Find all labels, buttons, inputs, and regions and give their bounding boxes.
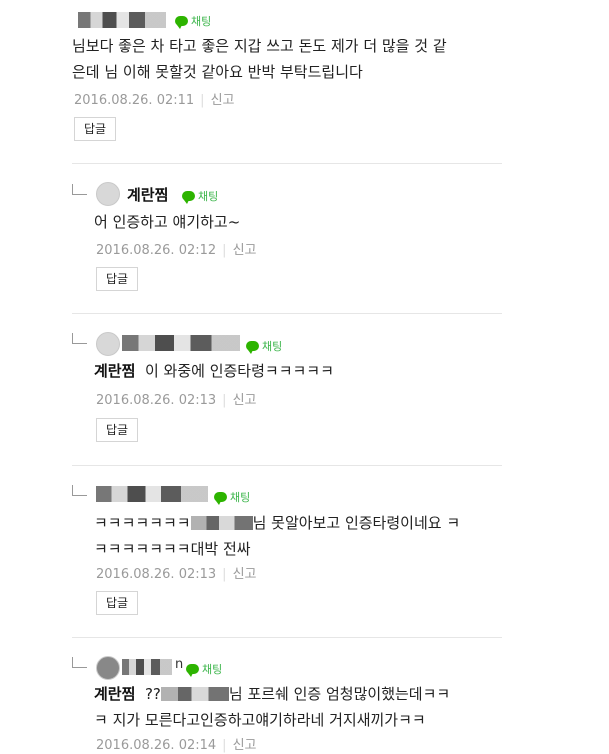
reply-meta: 2016.08.26. 02:13 | 신고 — [96, 393, 257, 408]
chat-bubble-icon — [246, 341, 259, 354]
timestamp: 2016.08.26. 02:13 — [96, 393, 217, 408]
report-link[interactable]: 신고 — [233, 393, 257, 408]
timestamp: 2016.08.26. 02:13 — [96, 567, 217, 582]
reply-item: 채팅 ㅋㅋㅋㅋㅋㅋㅋ 님 못알아보고 인증타령이네요 ㅋ ㅋㅋㅋㅋㅋㅋㅋ대박 전싸… — [72, 465, 502, 638]
reply-text: 계란찜 이 와중에 인증타령ㅋㅋㅋㅋㅋ — [94, 362, 334, 380]
timestamp: 2016.08.26. 02:11 — [74, 93, 195, 108]
blurred-nickname — [122, 659, 172, 675]
reply-meta: 2016.08.26. 02:12 | 신고 — [96, 243, 257, 258]
reply-text: 어 인증하고 얘기하고~ — [94, 213, 241, 231]
blurred-nickname — [96, 486, 208, 502]
reply-button[interactable]: 답글 — [96, 267, 139, 291]
reply-meta: 2016.08.26. 02:13 | 신고 — [96, 567, 257, 582]
comment-meta: 2016.08.26. 02:11 | 신고 — [74, 93, 235, 108]
reply-button[interactable]: 답글 — [96, 591, 139, 615]
avatar — [96, 332, 120, 356]
report-link[interactable]: 신고 — [233, 738, 257, 753]
chat-bubble-icon — [182, 191, 195, 204]
reply-arrow-icon — [72, 657, 87, 668]
timestamp: 2016.08.26. 02:12 — [96, 243, 217, 258]
chat-link[interactable]: 채팅 — [175, 13, 211, 29]
mention[interactable]: 계란찜 — [94, 685, 135, 703]
chat-link[interactable]: 채팅 — [214, 489, 250, 505]
chat-link[interactable]: 채팅 — [246, 338, 282, 354]
reply-item: n 채팅 계란찜 ?? 님 포르쉐 인증 엄청많이했는데ㅋㅋ ㅋ 지가 모른다고인… — [72, 637, 502, 754]
chat-link[interactable]: 채팅 — [186, 661, 222, 677]
report-link[interactable]: 신고 — [211, 93, 235, 108]
comment-text: 님보다 좋은 차 타고 좋은 지갑 쓰고 돈도 제가 더 많을 것 같 은데 님… — [72, 37, 447, 81]
mention[interactable]: 계란찜 — [94, 362, 135, 380]
report-link[interactable]: 신고 — [233, 243, 257, 258]
reply-arrow-icon — [72, 184, 87, 195]
reply-arrow-icon — [72, 485, 87, 496]
report-link[interactable]: 신고 — [233, 567, 257, 582]
chat-bubble-icon — [175, 16, 188, 29]
reply-button[interactable]: 답글 — [96, 418, 139, 442]
chat-bubble-icon — [214, 492, 227, 505]
nickname-suffix: n — [175, 657, 184, 672]
timestamp: 2016.08.26. 02:14 — [96, 738, 217, 753]
blurred-mention — [190, 516, 253, 530]
reply-meta: 2016.08.26. 02:14 | 신고 — [96, 738, 257, 753]
reply-text: ㅋㅋㅋㅋㅋㅋㅋ 님 못알아보고 인증타령이네요 ㅋ ㅋㅋㅋㅋㅋㅋㅋ대박 전싸 — [94, 514, 461, 558]
avatar — [96, 182, 120, 206]
reply-text: 계란찜 ?? 님 포르쉐 인증 엄청많이했는데ㅋㅋ ㅋ 지가 모른다고인증하고얘기… — [94, 685, 451, 729]
reply-button[interactable]: 답글 — [74, 117, 117, 141]
blurred-nickname — [78, 12, 166, 28]
nickname[interactable]: 계란찜 — [127, 184, 168, 205]
blurred-mention — [160, 687, 229, 701]
blurred-nickname — [122, 335, 240, 351]
avatar — [96, 656, 120, 680]
reply-arrow-icon — [72, 333, 87, 344]
comment-item: 채팅 님보다 좋은 차 타고 좋은 지갑 쓰고 돈도 제가 더 많을 것 같 은… — [72, 0, 502, 164]
chat-bubble-icon — [186, 664, 199, 677]
reply-item: 계란찜 채팅 어 인증하고 얘기하고~ 2016.08.26. 02:12 | 신고… — [72, 163, 502, 314]
reply-item: 채팅 계란찜 이 와중에 인증타령ㅋㅋㅋㅋㅋ 2016.08.26. 02:13… — [72, 313, 502, 466]
chat-link[interactable]: 채팅 — [182, 188, 218, 204]
